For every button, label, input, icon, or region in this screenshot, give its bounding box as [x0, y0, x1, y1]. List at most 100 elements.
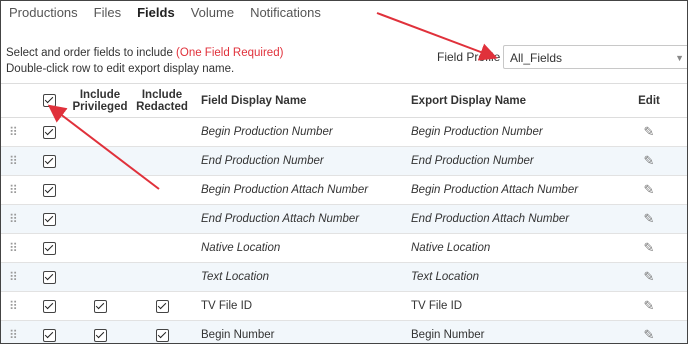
- include-field-checkbox[interactable]: [42, 183, 56, 197]
- redacted-cell: [131, 233, 193, 263]
- field-display-name-header[interactable]: Field Display Name: [193, 83, 403, 118]
- drag-handle[interactable]: ⠿: [1, 175, 29, 205]
- table-row[interactable]: ⠿ Begin Number Begin Number ✎: [1, 320, 687, 343]
- privileged-cell: [69, 291, 131, 321]
- export-display-name[interactable]: Begin Number: [403, 320, 611, 343]
- drag-handle-icon[interactable]: ⠿: [1, 212, 18, 226]
- drag-handle[interactable]: ⠿: [1, 117, 29, 147]
- tab-fields[interactable]: Fields: [137, 5, 175, 23]
- tab-productions[interactable]: Productions: [9, 5, 78, 23]
- include-field-checkbox[interactable]: [42, 270, 56, 284]
- table-row[interactable]: ⠿ End Production Number End Production Num…: [1, 146, 687, 176]
- include-redacted-checkbox[interactable]: [155, 299, 169, 313]
- privileged-cell: [69, 233, 131, 263]
- pencil-icon[interactable]: ✎: [644, 327, 655, 343]
- drag-handle[interactable]: ⠿: [1, 233, 29, 263]
- table-row[interactable]: ⠿ TV File ID TV File ID ✎: [1, 291, 687, 321]
- instruction-text: Select and order fields to include: [6, 47, 177, 59]
- required-note: (One Field Required): [176, 47, 284, 59]
- select-all-header: [29, 83, 69, 118]
- tab-bar: Productions Files Fields Volume Notifica…: [9, 5, 321, 23]
- include-field-checkbox[interactable]: [42, 328, 56, 342]
- include-privileged-header: Include Privileged: [69, 83, 131, 118]
- include-redacted-checkbox[interactable]: [155, 328, 169, 342]
- drag-handle-icon[interactable]: ⠿: [1, 328, 18, 342]
- redacted-cell: [131, 204, 193, 234]
- table-row[interactable]: ⠿ Begin Production Attach Number Begin Pro…: [1, 175, 687, 205]
- pencil-icon[interactable]: ✎: [644, 240, 655, 256]
- export-display-name[interactable]: End Production Number: [403, 146, 611, 176]
- table-row[interactable]: ⠿ Text Location Text Location ✎: [1, 262, 687, 292]
- privileged-cell: [69, 204, 131, 234]
- field-profile-select[interactable]: All_Fields ▼: [503, 45, 687, 69]
- select-cell: [29, 262, 69, 292]
- drag-handle-icon[interactable]: ⠿: [1, 154, 18, 168]
- redacted-cell: [131, 320, 193, 343]
- redacted-cell: [131, 291, 193, 321]
- redacted-cell: [131, 146, 193, 176]
- export-display-name[interactable]: Native Location: [403, 233, 611, 263]
- pencil-icon[interactable]: ✎: [644, 153, 655, 169]
- export-display-name[interactable]: Begin Production Number: [403, 117, 611, 147]
- field-profile-value: All_Fields: [510, 51, 563, 65]
- privileged-cell: [69, 117, 131, 147]
- privileged-cell: [69, 146, 131, 176]
- field-display-name: End Production Number: [193, 146, 403, 176]
- include-privileged-checkbox[interactable]: [93, 299, 107, 313]
- instruction-line-2: Double-click row to edit export display …: [6, 63, 235, 75]
- table-row[interactable]: ⠿ End Production Attach Number End Product…: [1, 204, 687, 234]
- drag-handle[interactable]: ⠿: [1, 204, 29, 234]
- drag-handle[interactable]: ⠿: [1, 320, 29, 343]
- drag-handle-icon[interactable]: ⠿: [1, 270, 18, 284]
- export-display-name[interactable]: TV File ID: [403, 291, 611, 321]
- select-cell: [29, 117, 69, 147]
- export-display-name-header[interactable]: Export Display Name: [403, 83, 611, 118]
- redacted-cell: [131, 175, 193, 205]
- drag-header: [1, 83, 29, 118]
- include-field-checkbox[interactable]: [42, 212, 56, 226]
- edit-cell: ✎: [611, 320, 687, 343]
- select-cell: [29, 320, 69, 343]
- drag-handle-icon[interactable]: ⠿: [1, 125, 18, 139]
- select-all-checkbox[interactable]: [42, 94, 56, 107]
- export-fields-panel: Productions Files Fields Volume Notifica…: [0, 0, 688, 344]
- drag-handle[interactable]: ⠿: [1, 291, 29, 321]
- field-display-name: End Production Attach Number: [193, 204, 403, 234]
- edit-cell: ✎: [611, 175, 687, 205]
- edit-cell: ✎: [611, 204, 687, 234]
- include-field-checkbox[interactable]: [42, 125, 56, 139]
- edit-cell: ✎: [611, 262, 687, 292]
- include-field-checkbox[interactable]: [42, 299, 56, 313]
- select-cell: [29, 291, 69, 321]
- pencil-icon[interactable]: ✎: [644, 269, 655, 285]
- privileged-cell: [69, 262, 131, 292]
- include-privileged-checkbox[interactable]: [93, 328, 107, 342]
- redacted-cell: [131, 117, 193, 147]
- edit-cell: ✎: [611, 146, 687, 176]
- export-display-name[interactable]: Begin Production Attach Number: [403, 175, 611, 205]
- drag-handle-icon[interactable]: ⠿: [1, 299, 18, 313]
- table-row[interactable]: ⠿ Native Location Native Location ✎: [1, 233, 687, 263]
- pencil-icon[interactable]: ✎: [644, 211, 655, 227]
- tab-notifications[interactable]: Notifications: [250, 5, 321, 23]
- redacted-cell: [131, 262, 193, 292]
- field-display-name: Begin Number: [193, 320, 403, 343]
- export-display-name[interactable]: Text Location: [403, 262, 611, 292]
- include-field-checkbox[interactable]: [42, 154, 56, 168]
- drag-handle[interactable]: ⠿: [1, 262, 29, 292]
- include-field-checkbox[interactable]: [42, 241, 56, 255]
- drag-handle-icon[interactable]: ⠿: [1, 183, 18, 197]
- table-row[interactable]: ⠿ Begin Production Number Begin Production…: [1, 117, 687, 147]
- pencil-icon[interactable]: ✎: [644, 298, 655, 314]
- tab-volume[interactable]: Volume: [191, 5, 234, 23]
- tab-files[interactable]: Files: [94, 5, 121, 23]
- instructions: Select and order fields to include (One …: [6, 45, 283, 77]
- privileged-cell: [69, 320, 131, 343]
- select-cell: [29, 175, 69, 205]
- drag-handle-icon[interactable]: ⠿: [1, 241, 18, 255]
- drag-handle[interactable]: ⠿: [1, 146, 29, 176]
- pencil-icon[interactable]: ✎: [644, 182, 655, 198]
- pencil-icon[interactable]: ✎: [644, 124, 655, 140]
- export-display-name[interactable]: End Production Attach Number: [403, 204, 611, 234]
- edit-cell: ✎: [611, 233, 687, 263]
